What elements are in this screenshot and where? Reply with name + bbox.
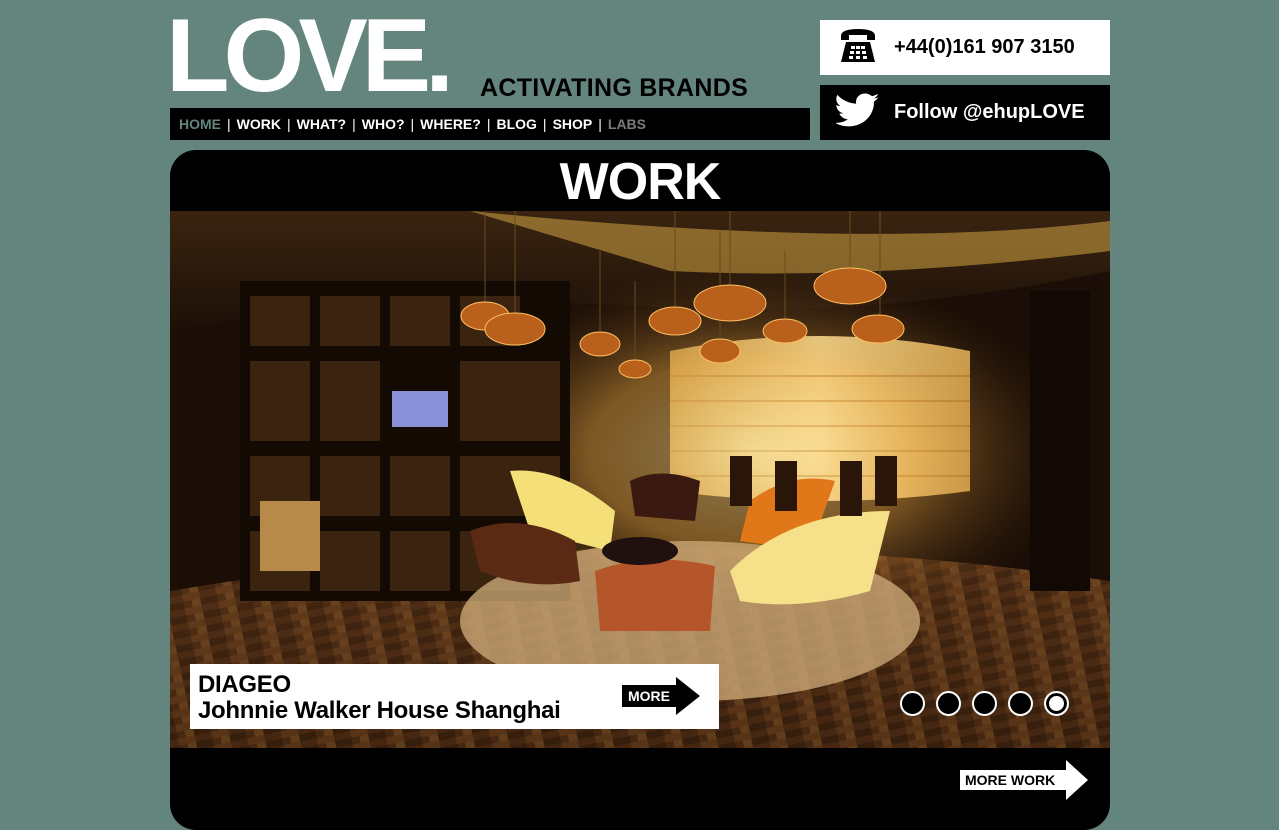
hero-image[interactable]: DIAGEO Johnnie Walker House Shanghai MOR… — [170, 211, 1110, 748]
nav-separator: | — [410, 116, 415, 132]
page-wrapper: LOVE. ACTIVATING BRANDS HOME | WORK | WH… — [166, 0, 1110, 830]
twitter-handle[interactable]: Follow @ehupLOVE — [894, 101, 1085, 124]
nav-separator: | — [286, 116, 291, 132]
slide-caption: DIAGEO Johnnie Walker House Shanghai MOR… — [190, 664, 719, 729]
tagline: ACTIVATING BRANDS — [480, 74, 749, 102]
nav-item-who[interactable]: WHO? — [362, 116, 405, 132]
nav-separator: | — [486, 116, 491, 132]
nav-item-where[interactable]: WHERE? — [420, 116, 481, 132]
nav-separator: | — [598, 116, 602, 132]
arrow-right-icon — [676, 677, 700, 715]
more-work-label: MORE WORK — [960, 770, 1068, 790]
nav-separator: | — [542, 116, 547, 132]
nav-item-what[interactable]: WHAT? — [297, 116, 347, 132]
slider-dots — [900, 691, 1069, 716]
nav-item-work[interactable]: WORK — [237, 116, 281, 132]
nav-item-blog[interactable]: BLOG — [496, 116, 536, 132]
nav-item-labs[interactable]: LABS — [608, 116, 646, 132]
nav-item-home[interactable]: HOME — [179, 116, 221, 132]
twitter-follow[interactable]: Follow @ehupLOVE — [820, 85, 1110, 140]
slider-dot-1[interactable] — [900, 691, 925, 716]
phone-contact[interactable]: +44(0)161 907 3150 — [820, 20, 1110, 75]
work-panel: WORK DIAGEO Johnnie Walker House Shangha… — [170, 150, 1110, 830]
more-work-button[interactable]: MORE WORK — [960, 760, 1090, 800]
more-button[interactable]: MORE — [622, 677, 702, 715]
slider-dot-5[interactable] — [1044, 691, 1069, 716]
slider-dot-3[interactable] — [972, 691, 997, 716]
slider-dot-4[interactable] — [1008, 691, 1033, 716]
phone-number[interactable]: +44(0)161 907 3150 — [894, 36, 1075, 59]
love-logo[interactable]: LOVE. — [166, 4, 454, 108]
telephone-icon — [838, 26, 878, 69]
more-label: MORE — [622, 685, 678, 707]
arrow-right-icon — [1066, 760, 1088, 800]
nav-item-shop[interactable]: SHOP — [553, 116, 593, 132]
nav-separator: | — [352, 116, 356, 132]
work-title: WORK — [559, 153, 722, 211]
twitter-bird-icon — [834, 93, 882, 132]
nav-separator: | — [227, 116, 231, 132]
slider-dot-2[interactable] — [936, 691, 961, 716]
main-nav: HOME | WORK | WHAT? | WHO? | WHERE? | BL… — [170, 108, 810, 140]
